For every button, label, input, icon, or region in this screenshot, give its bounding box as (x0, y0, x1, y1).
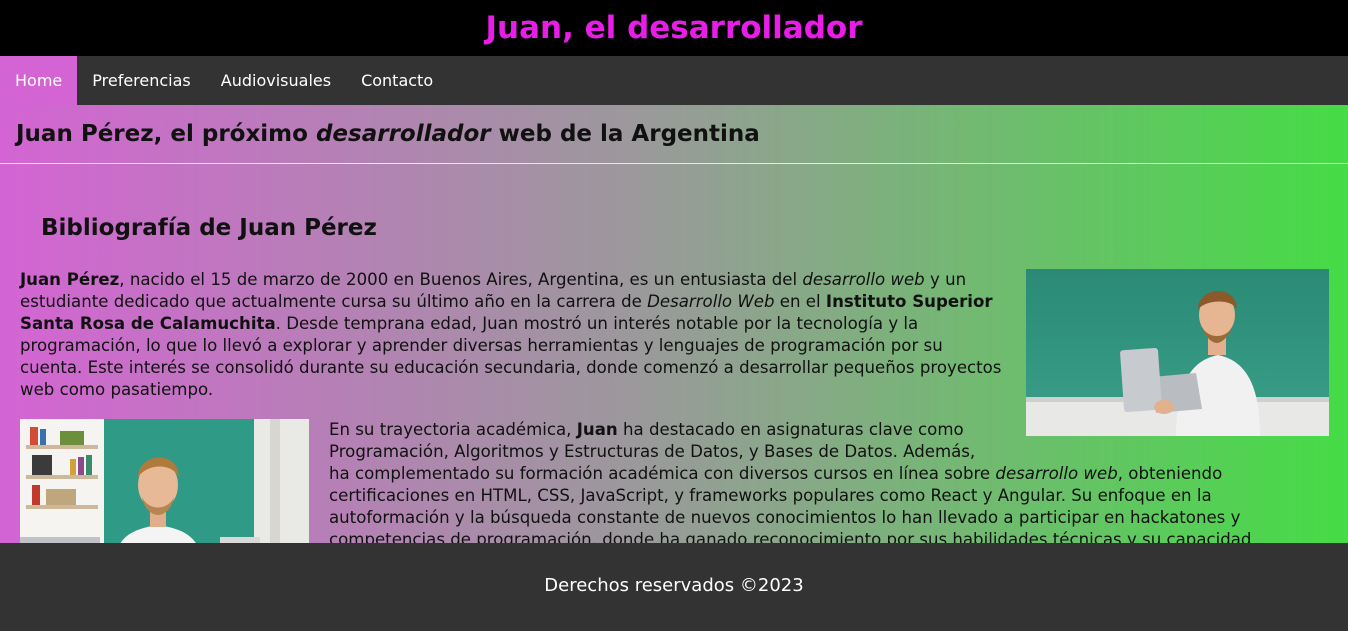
site-header: Juan, el desarrollador (0, 0, 1348, 56)
headline-part-1: Juan Pérez, el próximo (16, 121, 316, 147)
biography-paragraph-2: En su trayectoria académica, Juan ha des… (329, 419, 1329, 543)
headline-part-2: web de la Argentina (490, 121, 760, 147)
footer-copyright: Derechos reservados ©2023 (544, 575, 804, 596)
bio-p1-text-1: , nacido el 15 de marzo de 2000 en Bueno… (119, 270, 803, 289)
nav-item-preferencias[interactable]: Preferencias (77, 56, 206, 105)
site-title: Juan, el desarrollador (485, 10, 863, 46)
photo-laptop-illustration (1026, 269, 1329, 436)
main-nav: Home Preferencias Audiovisuales Contacto (0, 56, 1348, 105)
bio-p1-italic-2: Desarrollo Web (647, 292, 775, 311)
headline-section: Juan Pérez, el próximo desarrollador web… (0, 105, 1348, 164)
nav-item-contacto[interactable]: Contacto (346, 56, 448, 105)
photo-juan-classroom (20, 419, 309, 543)
photo-juan-laptop (1026, 269, 1329, 436)
bio-p2-lines-2: ha complementado su formación académica … (329, 463, 1329, 543)
bio-p2-name: Juan (576, 420, 618, 439)
bio-name: Juan Pérez (20, 270, 120, 289)
main-content[interactable]: Juan Pérez, el próximo desarrollador web… (0, 105, 1348, 543)
photo-classroom-illustration (20, 419, 309, 543)
headline-emphasis: desarrollador (315, 121, 491, 147)
bio-p1-italic-1: desarrollo web (802, 270, 925, 289)
bio-p2-lines-1: En su trayectoria académica, Juan ha des… (329, 419, 1001, 463)
nav-item-home[interactable]: Home (0, 56, 78, 105)
bio-p2-text-1: En su trayectoria académica, (329, 420, 577, 439)
page-headline: Juan Pérez, el próximo desarrollador web… (16, 105, 1348, 163)
bio-p1-text-3: en el (774, 292, 826, 311)
biography-title: Bibliografía de Juan Pérez (41, 215, 377, 241)
nav-item-audiovisuales[interactable]: Audiovisuales (206, 56, 346, 105)
bio-p2-text-3: ha complementado su formación académica … (329, 464, 996, 483)
bio-p2-italic-1: desarrollo web (995, 464, 1118, 483)
site-footer: Derechos reservados ©2023 (0, 543, 1348, 631)
biography-paragraph-1: Juan Pérez, nacido el 15 de marzo de 200… (20, 269, 1010, 401)
